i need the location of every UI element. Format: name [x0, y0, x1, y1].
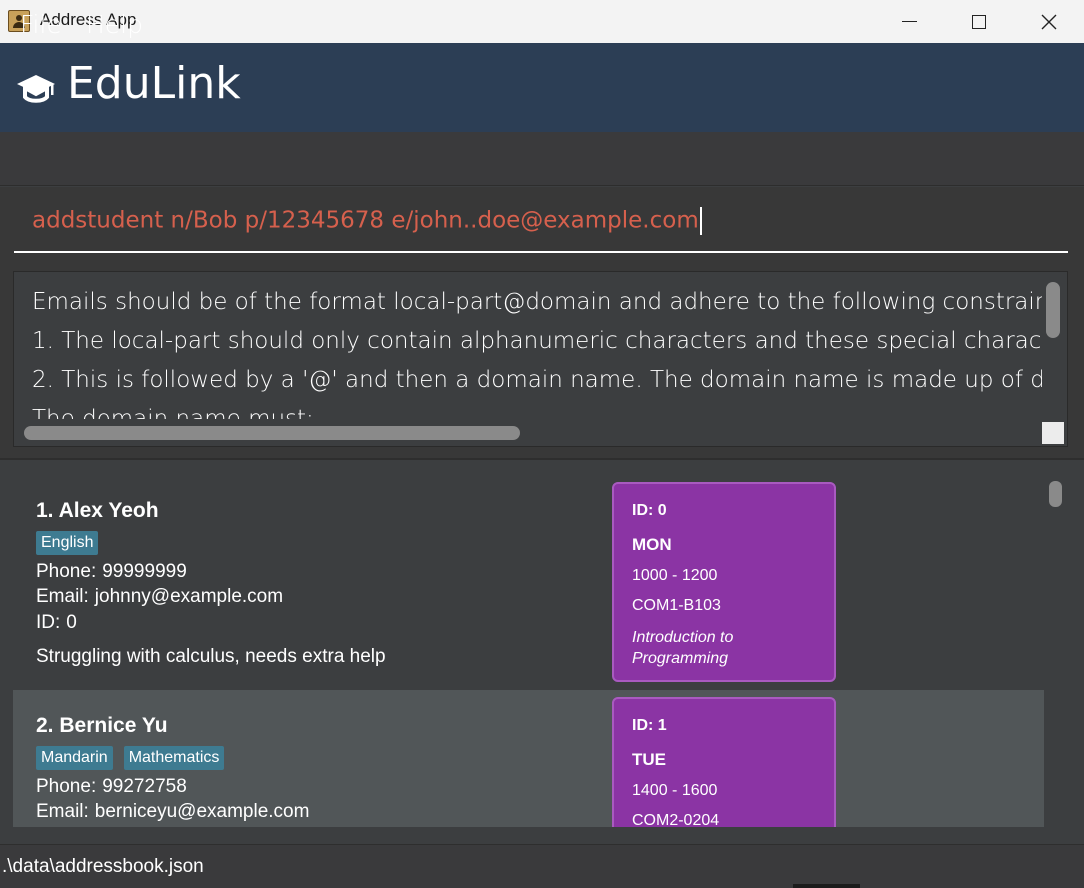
phone-value: 99999999 — [102, 561, 187, 582]
result-line: Emails should be of the format local-par… — [32, 289, 1042, 315]
person-id: ID: 0 — [36, 612, 77, 634]
result-line: 2. This is followed by a '@' and then a … — [32, 367, 1042, 393]
person-email: Email: johnny@example.com — [36, 586, 283, 608]
graduation-cap-icon — [17, 75, 55, 103]
person-phone: Phone: 99272758 — [36, 776, 187, 798]
command-input-text[interactable]: addstudent n/Bob p/12345678 e/john..doe@… — [32, 207, 702, 235]
close-button[interactable] — [1014, 0, 1084, 43]
menu-file[interactable]: File — [20, 10, 62, 39]
lesson-card[interactable]: ID: 0 MON 1000 - 1200 COM1-B103 Introduc… — [612, 482, 836, 682]
text-caret — [699, 207, 702, 235]
status-bar-mark — [793, 884, 860, 888]
menu-bar — [0, 132, 1084, 186]
tag: Mandarin — [36, 746, 113, 770]
lesson-subject: Introduction to Programming — [632, 629, 734, 667]
person-email: Email: berniceyu@example.com — [36, 801, 309, 823]
lesson-time: 1400 - 1600 — [632, 782, 718, 799]
lesson-id: ID: 1 — [632, 717, 667, 734]
result-line: The domain name must: — [32, 406, 314, 419]
tag-list: English — [36, 531, 99, 555]
id-label: ID: — [36, 612, 61, 633]
person-note: Struggling with calculus, needs extra he… — [36, 646, 386, 667]
phone-label: Phone: — [36, 561, 97, 582]
lesson-time: 1000 - 1200 — [632, 567, 718, 584]
lesson-id: ID: 0 — [632, 502, 667, 519]
phone-value: 99272758 — [102, 776, 187, 797]
minimize-button[interactable] — [874, 0, 944, 43]
minimize-icon — [901, 21, 917, 22]
lesson-card[interactable]: ID: 1 TUE 1400 - 1600 COM2-0204 — [612, 697, 836, 827]
result-text: Emails should be of the format local-par… — [32, 283, 1042, 419]
scroll-corner — [1042, 422, 1064, 444]
tag: Mathematics — [123, 746, 225, 770]
result-vertical-scrollbar[interactable] — [1046, 282, 1060, 338]
close-icon — [1041, 14, 1057, 29]
person-phone: Phone: 99999999 — [36, 561, 187, 583]
email-value: johnny@example.com — [94, 586, 284, 607]
command-value: addstudent n/Bob p/12345678 e/john..doe@… — [32, 207, 699, 234]
person-list-scrollbar[interactable] — [1049, 481, 1062, 507]
person-name: 1. Alex Yeoh — [36, 499, 159, 522]
lesson-venue: COM2-0204 — [632, 812, 720, 827]
phone-label: Phone: — [36, 776, 97, 797]
id-value: 0 — [66, 612, 77, 633]
maximize-button[interactable] — [944, 0, 1014, 43]
tag-list: Mandarin Mathematics — [36, 746, 225, 770]
email-value: berniceyu@example.com — [94, 801, 310, 822]
result-horizontal-scrollbar[interactable] — [24, 426, 520, 440]
person-card[interactable]: 1. Alex Yeoh English Phone: 99999999 Emai… — [13, 475, 1044, 690]
email-label: Email: — [36, 801, 89, 822]
lesson-day: MON — [632, 535, 672, 554]
result-line: 1. The local-part should only contain al… — [32, 328, 1042, 354]
tag: English — [36, 531, 99, 555]
maximize-icon — [972, 14, 986, 29]
person-list[interactable]: 1. Alex Yeoh English Phone: 99999999 Emai… — [13, 475, 1044, 827]
save-location: .\data\addressbook.json — [2, 856, 204, 877]
lesson-venue: COM1-B103 — [632, 597, 721, 614]
app-brand: EduLink — [67, 58, 241, 109]
person-name: 2. Bernice Yu — [36, 714, 168, 737]
person-card[interactable]: 2. Bernice Yu Mandarin Mathematics Phone… — [13, 690, 1044, 827]
menu-help[interactable]: Help — [86, 10, 143, 39]
email-label: Email: — [36, 586, 89, 607]
lesson-day: TUE — [632, 750, 666, 769]
